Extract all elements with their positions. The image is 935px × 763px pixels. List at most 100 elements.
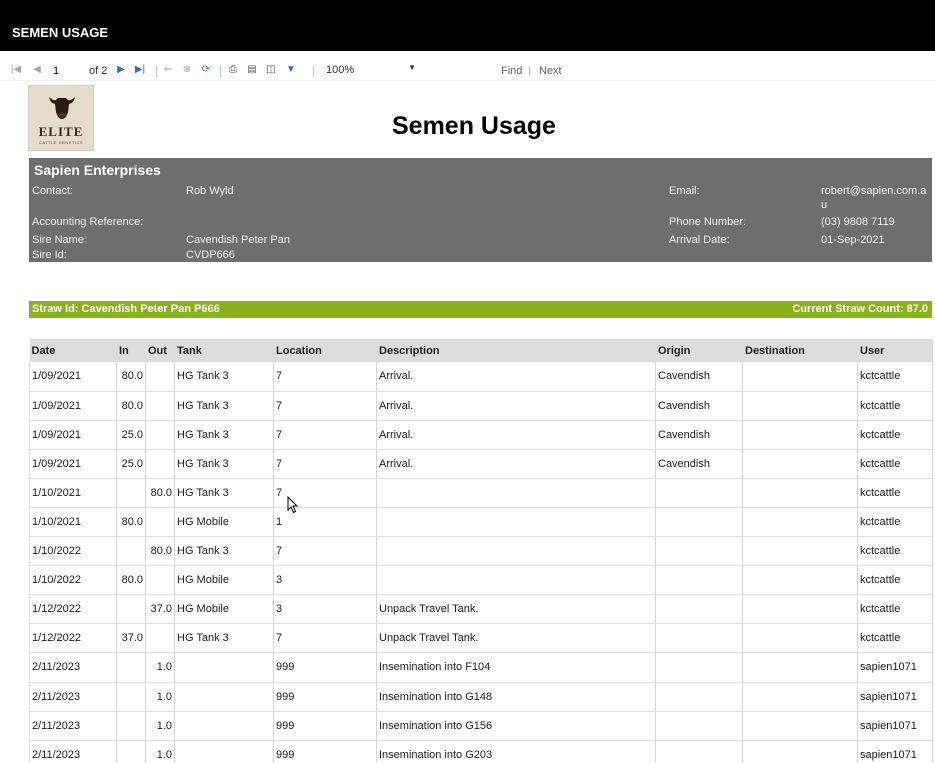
table-cell <box>145 420 175 450</box>
refresh-icon[interactable]: ⟳ <box>200 64 212 76</box>
table-cell: kctcattle <box>857 420 933 450</box>
table-cell <box>116 478 146 508</box>
prev-page-icon[interactable]: ◀ <box>31 64 43 76</box>
table-cell: Cavendish <box>655 449 743 479</box>
table-cell: 80.0 <box>116 565 146 596</box>
table-cell: HG Mobile <box>174 507 274 538</box>
table-cell <box>174 711 274 741</box>
next-page-icon[interactable]: ▶ <box>115 64 127 76</box>
straw-header-bar: Straw Id: Cavendish Peter Pan P666 Curre… <box>29 301 932 318</box>
table-cell: sapien1071 <box>857 711 933 741</box>
table-cell: Insemination into F104 <box>376 652 656 683</box>
table-cell: Arrival. <box>376 362 656 392</box>
table-cell: Insemination into G203 <box>376 740 656 763</box>
table-cell: HG Tank 3 <box>174 362 274 392</box>
table-cell <box>655 623 743 654</box>
sire-name-value: Cavendish Peter Pan <box>186 234 290 246</box>
table-cell <box>742 565 858 596</box>
column-header: Origin <box>655 339 743 362</box>
table-cell <box>145 623 175 654</box>
column-header: Description <box>376 339 656 362</box>
export-icon[interactable]: ▼ <box>285 64 297 76</box>
table-cell: kctcattle <box>857 362 933 392</box>
stop-icon[interactable]: ⊗ <box>181 64 193 76</box>
customer-info-panel: Sapien Enterprises Contact: Rob Wyld Ema… <box>29 158 932 262</box>
page-number-input[interactable] <box>50 63 80 78</box>
table-cell <box>742 711 858 741</box>
table-cell <box>742 740 858 763</box>
table-cell <box>116 740 146 763</box>
table-cell <box>742 682 858 712</box>
table-cell: 1.0 <box>145 711 175 741</box>
contact-value: Rob Wyld <box>186 185 234 197</box>
toolbar-divider <box>220 65 221 77</box>
table-cell <box>742 449 858 479</box>
table-cell: Unpack Travel Tank. <box>376 594 656 625</box>
table-cell: kctcattle <box>857 623 933 654</box>
table-cell <box>376 478 656 508</box>
table-cell: 37.0 <box>116 623 146 654</box>
arrival-label: Arrival Date: <box>669 234 730 246</box>
table-cell: kctcattle <box>857 449 933 479</box>
table-cell <box>655 536 743 567</box>
page-setup-icon[interactable]: ◫ <box>265 64 277 76</box>
table-header-row: Date In Out Tank Location Description Or… <box>29 339 933 362</box>
zoom-select[interactable]: 100% ▼ <box>322 63 422 78</box>
print-icon[interactable]: ⎙ <box>227 64 239 76</box>
table-cell: kctcattle <box>857 391 933 421</box>
table-cell <box>174 740 274 763</box>
table-cell: 1/12/2022 <box>29 594 117 625</box>
table-cell <box>742 391 858 421</box>
table-cell <box>655 478 743 508</box>
company-logo: ELITE CATTLE GENETICS <box>28 85 94 151</box>
table-cell: kctcattle <box>857 478 933 508</box>
phone-value: (03) 9808 7119 <box>821 216 895 228</box>
table-cell <box>655 594 743 625</box>
sire-id-value: CVDP666 <box>186 249 235 261</box>
column-header: User <box>857 339 933 362</box>
table-cell <box>145 565 175 596</box>
table-cell: kctcattle <box>857 507 933 538</box>
column-header: Destination <box>742 339 858 362</box>
table-cell <box>742 623 858 654</box>
table-cell: 7 <box>273 420 377 450</box>
table-row: 2/11/2023 1.0 999 Insemination into G156 sap… <box>29 711 933 741</box>
table-cell <box>145 449 175 479</box>
table-cell: HG Mobile <box>174 594 274 625</box>
last-page-icon[interactable]: ▶| <box>134 64 146 76</box>
table-cell: Arrival. <box>376 420 656 450</box>
table-cell: kctcattle <box>857 594 933 625</box>
straw-count: Current Straw Count: 87.0 <box>792 303 928 315</box>
table-row: 1/09/2021 25.0 HG Tank 3 7 Arrival. Cavendish… <box>29 420 933 450</box>
table-row: 2/11/2023 1.0 999 Insemination into G148 sap… <box>29 682 933 712</box>
table-cell <box>174 682 274 712</box>
print-layout-icon[interactable]: ▤ <box>246 64 258 76</box>
mouse-cursor-icon <box>287 496 299 514</box>
back-icon[interactable]: ⇐ <box>162 64 174 76</box>
table-cell <box>116 682 146 712</box>
table-cell: 2/11/2023 <box>29 711 117 741</box>
first-page-icon[interactable]: |◀ <box>10 64 22 76</box>
contact-label: Contact: <box>32 185 73 197</box>
table-cell: kctcattle <box>857 565 933 596</box>
table-cell: kctcattle <box>857 536 933 567</box>
table-cell: HG Tank 3 <box>174 536 274 567</box>
email-value-line2: u <box>821 199 828 211</box>
find-link[interactable]: Find <box>501 64 522 78</box>
next-link[interactable]: Next <box>539 64 562 78</box>
toolbar-divider <box>313 65 314 77</box>
table-cell <box>116 652 146 683</box>
table-cell: 1/12/2022 <box>29 623 117 654</box>
table-cell: HG Tank 3 <box>174 478 274 508</box>
report-toolbar: |◀ ◀ of 2 ▶ ▶| ⇐ ⊗ ⟳ ⎙ ▤ ◫ ▼ 100% ▼ Find… <box>0 61 935 81</box>
table-cell: Cavendish <box>655 391 743 421</box>
table-cell <box>742 478 858 508</box>
sire-name-label: Sire Name: <box>32 234 88 246</box>
table-cell: HG Tank 3 <box>174 449 274 479</box>
table-row: 1/10/2021 80.0 HG Tank 3 7 kctcattle <box>29 478 933 508</box>
table-cell: 80.0 <box>145 478 175 508</box>
table-cell: 1/09/2021 <box>29 449 117 479</box>
column-header: In <box>116 339 146 362</box>
find-input[interactable] <box>430 63 494 78</box>
table-cell <box>742 420 858 450</box>
